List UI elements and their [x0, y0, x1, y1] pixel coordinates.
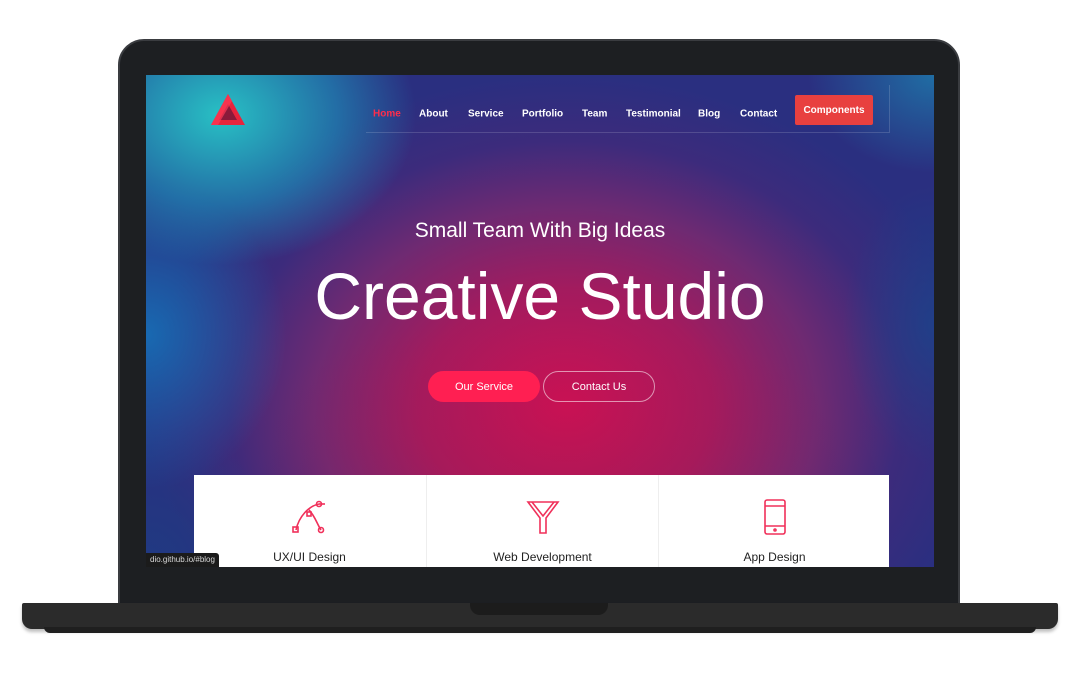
service-card-app-design[interactable]: App Design — [658, 475, 890, 567]
laptop-notch — [470, 603, 608, 615]
service-label: UX/UI Design — [273, 550, 346, 564]
main-nav: Home About Service Portfolio Team Testim… — [366, 85, 890, 133]
status-bar-url: dio.github.io/#blog — [146, 553, 219, 567]
nav-team[interactable]: Team — [582, 109, 607, 120]
nav-portfolio[interactable]: Portfolio — [522, 109, 563, 120]
services-panel: UX/UI Design Web Development App Design — [194, 475, 889, 567]
service-card-web-dev[interactable]: Web Development — [426, 475, 658, 567]
nav-testimonial[interactable]: Testimonial — [626, 109, 681, 120]
service-card-ux-ui[interactable]: UX/UI Design — [194, 475, 425, 567]
browser-viewport: Home About Service Portfolio Team Testim… — [146, 75, 934, 567]
nav-blog[interactable]: Blog — [698, 109, 720, 120]
nav-home[interactable]: Home — [373, 109, 401, 120]
triangle-logo-icon[interactable] — [210, 93, 246, 127]
service-label: Web Development — [493, 550, 592, 564]
hero-title: Creative Studio — [314, 259, 766, 333]
laptop-foot — [44, 627, 1036, 633]
contact-us-button[interactable]: Contact Us — [543, 371, 655, 402]
bezier-curve-icon — [292, 500, 325, 534]
mobile-phone-icon — [764, 499, 786, 535]
funnel-icon — [526, 501, 560, 534]
nav-contact[interactable]: Contact — [740, 109, 777, 120]
service-label: App Design — [743, 550, 806, 564]
nav-service[interactable]: Service — [468, 109, 504, 120]
our-service-button[interactable]: Our Service — [428, 371, 540, 402]
hero-subtitle: Small Team With Big Ideas — [414, 219, 666, 242]
nav-about[interactable]: About — [419, 109, 448, 120]
components-button[interactable]: Components — [795, 95, 873, 125]
